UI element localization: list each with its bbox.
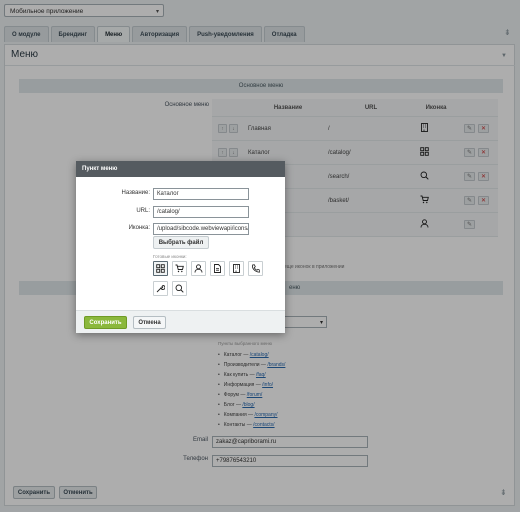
name-label: Название:: [121, 190, 150, 196]
cart-icon[interactable]: [172, 261, 187, 276]
ready-icons-label: Готовые иконки:: [153, 254, 187, 259]
user-icon[interactable]: [191, 261, 206, 276]
icon-label: Иконка:: [128, 225, 150, 231]
dialog-title: Пункт меню: [76, 161, 285, 177]
choose-file-button[interactable]: Выбрать файл: [153, 236, 209, 249]
icon-path-field[interactable]: /upload/sibcode.webviewapi/icons/: [153, 223, 249, 235]
url-label: URL:: [136, 208, 150, 214]
dialog-footer: Сохранить Отмена: [76, 310, 285, 333]
dialog-cancel-button[interactable]: Отмена: [133, 316, 166, 329]
grid-icon[interactable]: [153, 261, 168, 276]
document-icon[interactable]: [210, 261, 225, 276]
name-field[interactable]: Каталог: [153, 188, 249, 200]
phone-icon[interactable]: [248, 261, 263, 276]
building-icon[interactable]: [229, 261, 244, 276]
url-field[interactable]: /catalog/: [153, 206, 249, 218]
search-icon[interactable]: [172, 281, 187, 296]
dialog-save-button[interactable]: Сохранить: [84, 316, 127, 329]
menu-item-dialog: Пункт меню Название: Каталог URL: /catal…: [76, 161, 285, 333]
wrench-icon[interactable]: [153, 281, 168, 296]
